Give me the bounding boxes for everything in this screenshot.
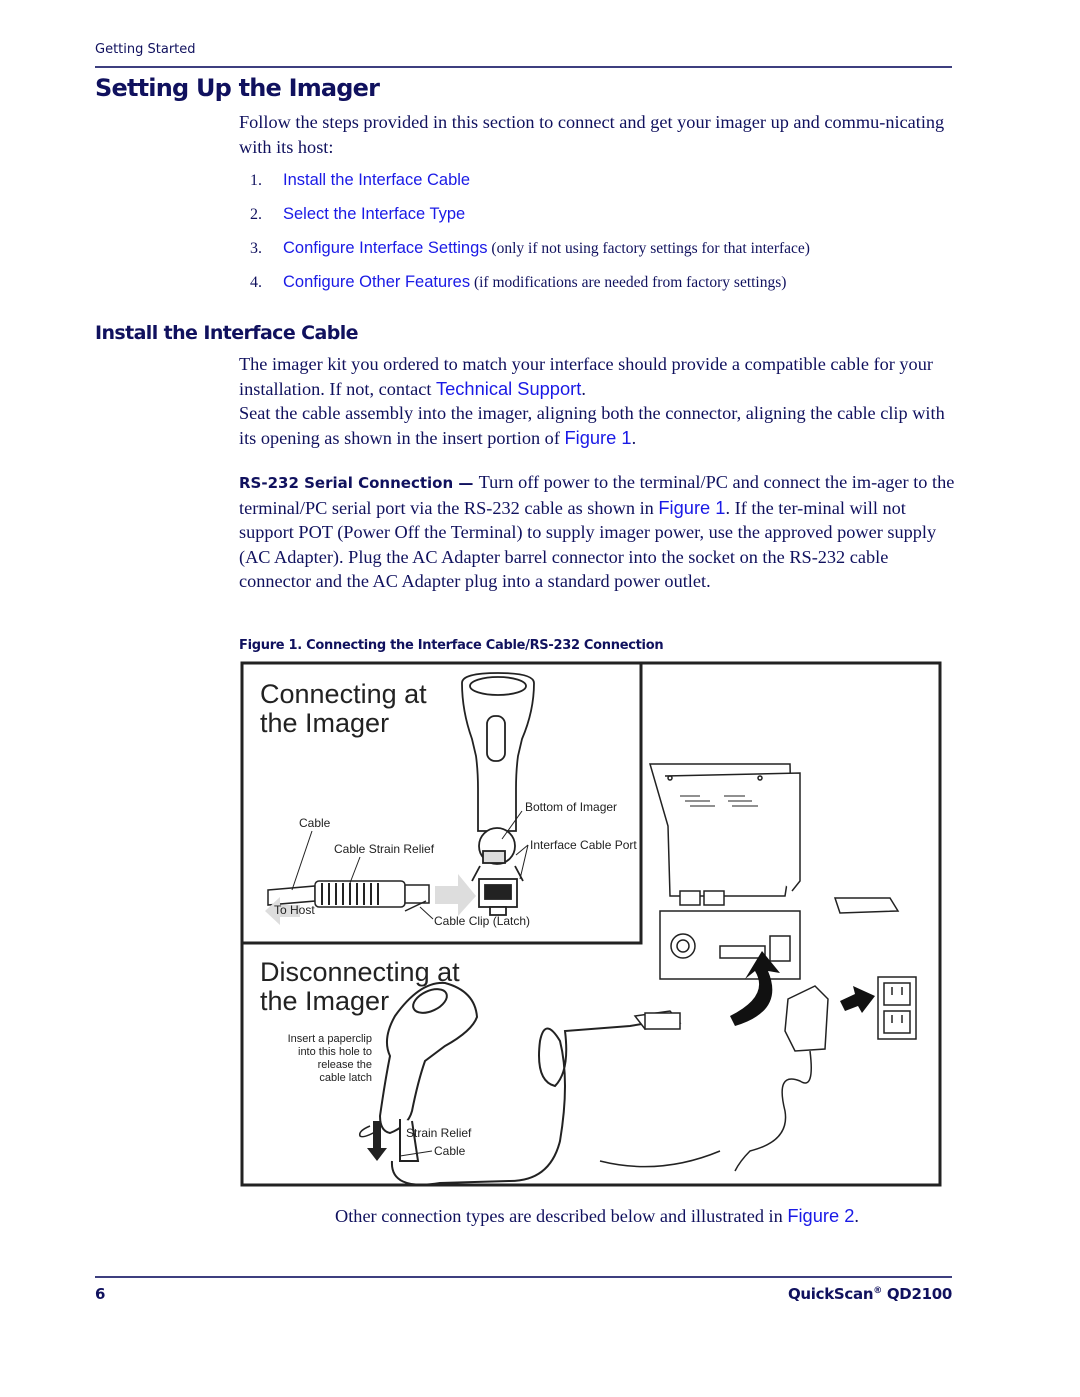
imager-top-icon [461, 672, 535, 916]
steps-list: 1. Install the Interface Cable 2. Select t… [250, 168, 970, 304]
step-link-select-type[interactable]: Select the Interface Type [283, 205, 465, 223]
rs232-paragraph: RS-232 Serial Connection — Turn off powe… [239, 470, 955, 594]
footer-rule [95, 1276, 952, 1278]
technical-support-link[interactable]: Technical Support [436, 378, 581, 399]
label-interface-cable-port: Interface Cable Port [530, 838, 637, 852]
arrow-right-icon [435, 874, 476, 916]
connecting-title-1: Connecting at [260, 679, 427, 709]
step-number: 3. [250, 240, 262, 257]
product-brand: QuickScan [787, 1285, 874, 1303]
closing-paragraph: Other connection types are described bel… [239, 1204, 955, 1229]
running-head: Getting Started [95, 42, 196, 57]
section-title: Setting Up the Imager [95, 74, 380, 102]
step-link-install-cable[interactable]: Install the Interface Cable [283, 171, 470, 189]
disconnecting-title-2: the Imager [260, 986, 389, 1016]
label-paperclip-3: release the [318, 1059, 372, 1071]
rs232-runin-heading: RS-232 Serial Connection [239, 474, 454, 492]
text: . [581, 378, 586, 399]
text: The imager kit you ordered to match your… [239, 354, 933, 399]
pc-terminal-icon [649, 763, 900, 980]
label-to-host: To Host [274, 903, 315, 917]
label-cable: Cable [299, 816, 331, 830]
figure-1-link[interactable]: Figure 1 [658, 497, 725, 518]
figure-illustration: Connecting at the Imager Bottom of Image… [240, 661, 942, 1187]
connecting-title-2: the Imager [260, 708, 389, 738]
step-link-configure-features[interactable]: Configure Other Features [283, 273, 470, 291]
disconnecting-title-1: Disconnecting at [260, 957, 460, 987]
header-rule [95, 66, 952, 68]
ac-adapter-icon [599, 985, 829, 1172]
label-cable-bottom: Cable [434, 1144, 466, 1158]
figure-1: Connecting at the Imager Bottom of Image… [240, 661, 942, 1187]
page-number: 6 [95, 1285, 106, 1303]
step-number: 4. [250, 274, 262, 291]
step-number: 2. [250, 206, 262, 223]
product-model: QD2100 [881, 1285, 952, 1303]
label-paperclip-1: Insert a paperclip [288, 1033, 372, 1045]
step-item: 3. Configure Interface Settings (only if … [250, 236, 970, 270]
label-paperclip-4: cable latch [319, 1072, 372, 1084]
rs232-connector-icon [633, 1010, 682, 1030]
product-name: QuickScan® QD2100 [788, 1285, 952, 1303]
label-cable-clip: Cable Clip (Latch) [434, 914, 530, 928]
label-strain-relief: Strain Relief [406, 1126, 472, 1140]
step-item: 2. Select the Interface Type [250, 202, 970, 236]
figure-caption: Figure 1. Connecting the Interface Cable… [239, 638, 664, 653]
figure-2-link[interactable]: Figure 2 [787, 1205, 854, 1226]
step-item: 4. Configure Other Features (if modificat… [250, 270, 970, 304]
cable-paragraph: The imager kit you ordered to match your… [239, 352, 955, 450]
figure-1-link[interactable]: Figure 1 [564, 427, 631, 448]
label-paperclip-2: into this hole to [298, 1046, 372, 1058]
step-item: 1. Install the Interface Cable [250, 168, 970, 202]
step-link-configure-settings[interactable]: Configure Interface Settings [283, 239, 488, 257]
text: . [631, 427, 637, 448]
step-number: 1. [250, 172, 262, 189]
arrow-to-outlet-icon [840, 986, 875, 1013]
dash: — [453, 474, 479, 492]
text: Other connection types are described bel… [335, 1206, 788, 1226]
intro-paragraph: Follow the steps provided in this sectio… [239, 112, 945, 157]
label-bottom-of-imager: Bottom of Imager [525, 800, 617, 814]
text: . [854, 1206, 859, 1226]
figure-frame [240, 661, 942, 1187]
step-note: (if modifications are needed from factor… [470, 274, 787, 291]
step-note: (only if not using factory settings for … [487, 240, 810, 257]
registered-mark: ® [873, 1286, 882, 1296]
label-cable-strain-relief: Cable Strain Relief [334, 842, 435, 856]
power-outlet-icon [877, 976, 917, 1040]
subsection-title: Install the Interface Cable [95, 322, 359, 344]
